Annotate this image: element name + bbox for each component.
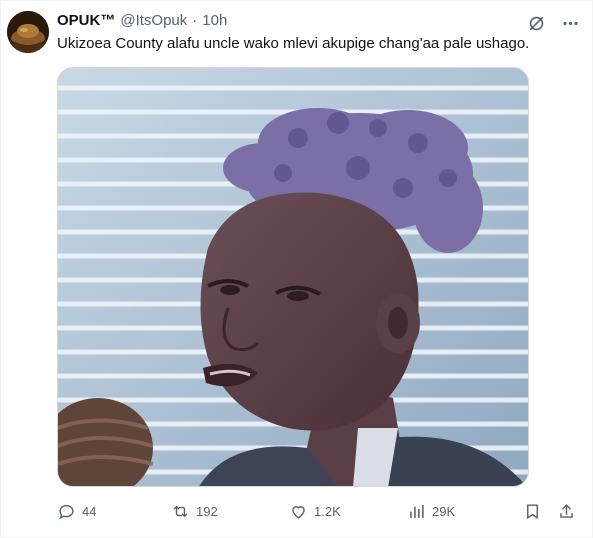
bookmark-button[interactable] — [523, 502, 542, 521]
tweet-text: Ukizoea County alafu uncle wako mlevi ak… — [57, 35, 530, 52]
like-count: 1.2K — [314, 503, 341, 519]
views-bar-chart-icon — [410, 504, 424, 518]
retweet-button[interactable]: 192 — [171, 502, 218, 521]
tweet-timestamp[interactable]: 10h — [202, 11, 227, 31]
like-button[interactable]: 1.2K — [289, 502, 341, 521]
views-count: 29K — [432, 503, 456, 519]
share-icon — [560, 503, 573, 518]
heart-icon — [292, 505, 305, 519]
tweet-header: OPUK™ @ItsOpuk · 10h — [57, 11, 227, 31]
photo-portrait — [58, 68, 528, 486]
reply-button[interactable]: 44 — [57, 502, 96, 521]
more-dots-icon[interactable] — [558, 11, 582, 35]
reply-count: 44 — [82, 503, 97, 519]
reply-icon — [59, 504, 74, 519]
views-button[interactable]: 29K — [407, 502, 455, 521]
tweet-action-bar: 44 192 1.2K 29K — [51, 495, 580, 527]
bookmark-icon — [527, 503, 538, 519]
tweet-media-photo[interactable] — [57, 67, 529, 487]
grok-slash-circle-icon[interactable] — [524, 11, 548, 35]
header-separator: · — [192, 12, 198, 29]
share-button[interactable] — [557, 502, 576, 521]
retweet-icon — [173, 505, 188, 517]
author-name[interactable]: OPUK™ — [57, 11, 115, 31]
author-handle[interactable]: @ItsOpuk — [120, 11, 187, 31]
avatar[interactable] — [7, 11, 49, 53]
top-actions — [524, 11, 582, 35]
retweet-count: 192 — [196, 503, 218, 519]
avatar-image — [7, 11, 49, 53]
tweet-card[interactable]: OPUK™ @ItsOpuk · 10h Ukizoea County alaf… — [0, 0, 593, 538]
